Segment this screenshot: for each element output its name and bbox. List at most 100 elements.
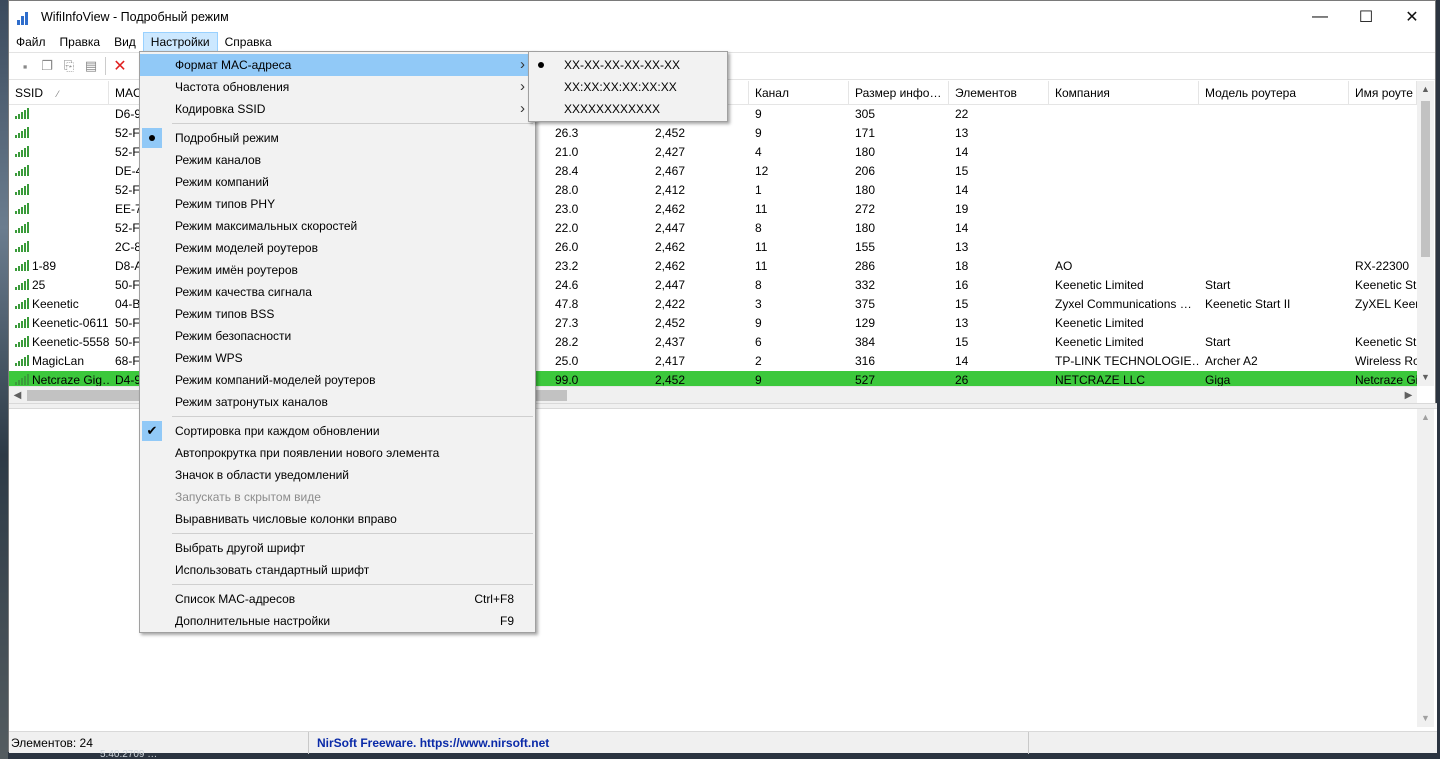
menu-item[interactable]: Выравнивать числовые колонки вправо xyxy=(140,508,535,530)
taskbar-hint: 5.40.2709 … xyxy=(100,749,158,759)
menu-item-label: Режим WPS xyxy=(175,351,243,365)
table-cell: 2,412 xyxy=(655,183,686,197)
table-cell: 26.0 xyxy=(555,240,579,254)
table-cell: RX-22300 xyxy=(1355,259,1410,273)
menu-item-label: Использовать стандартный шрифт xyxy=(175,563,370,577)
column-header[interactable]: Модель роутера xyxy=(1199,81,1349,105)
menu-item[interactable]: Режим компаний xyxy=(140,171,535,193)
delete-icon[interactable]: ✕ xyxy=(112,58,128,75)
column-header[interactable]: Имя роуте xyxy=(1349,81,1417,105)
column-header[interactable]: Элементов xyxy=(949,81,1049,105)
menu-item[interactable]: Частота обновления › xyxy=(140,76,535,98)
signal-strength-icon xyxy=(15,260,29,271)
menu-item[interactable]: Режим каналов xyxy=(140,149,535,171)
scroll-down-icon[interactable]: ▼ xyxy=(1417,369,1434,386)
mac-format-submenu: XX-XX-XX-XX-XX-XX XX:XX:XX:XX:XX:XX XXXXXX… xyxy=(528,51,728,122)
table-cell: ZyXEL Keer xyxy=(1355,297,1417,311)
table-cell xyxy=(9,200,109,219)
table-cell: 16 xyxy=(955,278,969,292)
copy-icon[interactable]: ❐ xyxy=(39,58,55,74)
table-cell: Zyxel Communications … xyxy=(1055,297,1192,311)
table-cell: 180 xyxy=(855,183,876,197)
submenu-arrow-icon: › xyxy=(520,100,525,117)
menu-item[interactable]: Режим затронутых каналов xyxy=(140,391,535,413)
export-icon[interactable]: ⎘ xyxy=(61,58,77,74)
table-cell: 25.0 xyxy=(555,354,579,368)
table-cell xyxy=(1199,200,1349,219)
table-cell xyxy=(1349,238,1417,257)
minimize-button[interactable]: — xyxy=(1297,1,1343,32)
menu-help[interactable]: Справка xyxy=(218,32,279,52)
signal-strength-icon xyxy=(15,317,29,328)
column-header[interactable]: SSID ⁄ xyxy=(9,81,109,105)
menu-item[interactable]: XX-XX-XX-XX-XX-XX xyxy=(529,54,727,76)
signal-strength-icon xyxy=(15,165,29,176)
table-cell: Keenetic xyxy=(9,295,109,314)
signal-strength-icon xyxy=(15,146,29,157)
table-cell xyxy=(9,162,109,181)
menu-item-label: Выбрать другой шрифт xyxy=(175,541,306,555)
menu-item[interactable]: Значок в области уведомлений xyxy=(140,464,535,486)
list-vertical-scrollbar[interactable]: ▲ ▼ xyxy=(1417,81,1434,386)
scroll-up-icon[interactable]: ▲ xyxy=(1417,409,1434,426)
menu-item[interactable]: ✔ Сортировка при каждом обновлении xyxy=(140,420,535,442)
menu-item[interactable]: Режим безопасности xyxy=(140,325,535,347)
menu-item[interactable]: Автопрокрутка при появлении нового элеме… xyxy=(140,442,535,464)
table-cell: 15 xyxy=(955,297,969,311)
menu-item[interactable]: Дополнительные настройки F9 xyxy=(140,610,535,632)
table-cell: Keenetic-5558 xyxy=(9,333,109,352)
menu-item[interactable]: Режим типов BSS xyxy=(140,303,535,325)
menu-item[interactable]: Режим имён роутеров xyxy=(140,259,535,281)
menu-item[interactable]: Режим WPS xyxy=(140,347,535,369)
column-header[interactable]: Канал xyxy=(749,81,849,105)
column-header[interactable]: Размер инфо… xyxy=(849,81,949,105)
menu-item[interactable]: Использовать стандартный шрифт xyxy=(140,559,535,581)
table-cell: 2,447 xyxy=(655,221,686,235)
menu-view[interactable]: Вид xyxy=(107,32,143,52)
menu-item[interactable]: Выбрать другой шрифт xyxy=(140,537,535,559)
close-button[interactable]: ✕ xyxy=(1389,1,1435,32)
menu-item[interactable]: Режим компаний-моделей роутеров xyxy=(140,369,535,391)
table-cell: 2,427 xyxy=(655,145,686,159)
menu-item[interactable]: Кодировка SSID › xyxy=(140,98,535,120)
menu-item[interactable]: XX:XX:XX:XX:XX:XX xyxy=(529,76,727,98)
menu-file[interactable]: Файл xyxy=(9,32,53,52)
signal-strength-icon xyxy=(15,222,29,233)
table-cell: TP-LINK TECHNOLOGIE… xyxy=(1055,354,1199,368)
scroll-thumb[interactable] xyxy=(1421,101,1430,257)
scroll-left-icon[interactable]: ◀ xyxy=(9,387,26,403)
table-cell xyxy=(9,124,109,143)
properties-icon[interactable]: ▤ xyxy=(83,58,99,74)
menu-item[interactable]: Режим моделей роутеров xyxy=(140,237,535,259)
table-cell: Wireless Ro xyxy=(1355,354,1417,368)
checkmark-icon: ✔ xyxy=(142,421,162,441)
table-cell: 22 xyxy=(955,107,969,121)
column-header[interactable]: Компания xyxy=(1049,81,1199,105)
table-cell: 180 xyxy=(855,221,876,235)
details-vertical-scrollbar[interactable]: ▲ ▼ xyxy=(1417,409,1434,727)
menu-item[interactable]: Режим максимальных скоростей xyxy=(140,215,535,237)
table-cell xyxy=(1049,105,1199,124)
menu-edit[interactable]: Правка xyxy=(53,32,108,52)
menu-bar: Файл Правка Вид Настройки Справка xyxy=(9,32,1435,52)
menu-item[interactable]: Режим типов PHY xyxy=(140,193,535,215)
menu-item[interactable]: Режим качества сигнала xyxy=(140,281,535,303)
menu-item[interactable]: XXXXXXXXXXXX xyxy=(529,98,727,120)
save-icon[interactable]: ▪ xyxy=(17,58,33,74)
table-cell: 18 xyxy=(955,259,969,273)
menu-item[interactable]: Подробный режим xyxy=(140,127,535,149)
app-icon xyxy=(17,9,33,25)
menu-item[interactable]: Список MAC-адресов Ctrl+F8 xyxy=(140,588,535,610)
scroll-down-icon[interactable]: ▼ xyxy=(1417,710,1434,727)
table-cell xyxy=(1349,105,1417,124)
scroll-up-icon[interactable]: ▲ xyxy=(1417,81,1434,98)
nirsoft-link[interactable]: NirSoft Freeware. https://www.nirsoft.ne… xyxy=(309,731,1029,754)
table-cell xyxy=(1199,181,1349,200)
menu-separator xyxy=(140,120,535,127)
scroll-right-icon[interactable]: ▶ xyxy=(1400,387,1417,403)
menu-item-label: XX:XX:XX:XX:XX:XX xyxy=(564,80,677,94)
menu-settings[interactable]: Настройки xyxy=(142,32,218,52)
maximize-button[interactable]: ☐ xyxy=(1343,1,1389,32)
menu-item-label: Режим качества сигнала xyxy=(175,285,312,299)
menu-item[interactable]: Формат MAC-адреса › xyxy=(140,54,535,76)
